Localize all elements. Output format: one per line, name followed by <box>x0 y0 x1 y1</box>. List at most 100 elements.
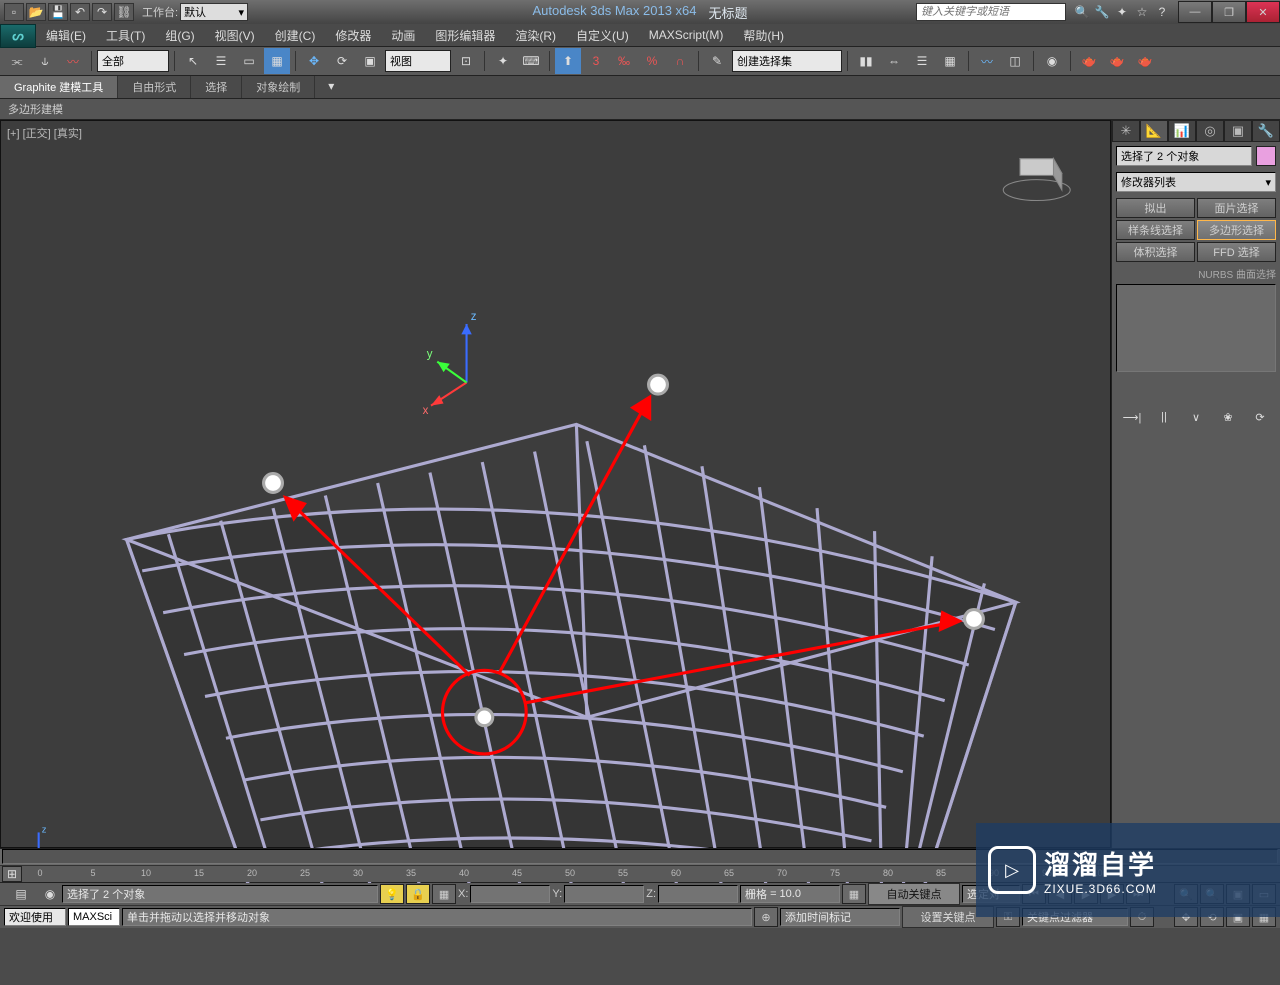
btn-extrude[interactable]: 拟出 <box>1116 198 1195 218</box>
unique-icon[interactable]: ∨ <box>1185 408 1207 426</box>
workspace-switcher[interactable]: 工作台: 默认▾ <box>142 3 248 21</box>
viewcube-icon[interactable] <box>1003 159 1070 201</box>
layer-manager-icon[interactable]: ☰ <box>909 48 935 74</box>
named-selection-dropdown[interactable]: 创建选择集 <box>732 50 842 72</box>
new-icon[interactable]: ▫ <box>4 3 24 21</box>
percent-snap-icon[interactable]: ‰ <box>611 48 637 74</box>
lock-selection-icon[interactable]: 💡 <box>380 884 404 904</box>
close-button[interactable]: ✕ <box>1246 1 1280 23</box>
show-end-icon[interactable]: || <box>1153 408 1175 426</box>
abs-rel-icon[interactable]: ▦ <box>432 884 456 904</box>
object-name-field[interactable]: 选择了 2 个对象 <box>1116 146 1252 166</box>
subscription-icon[interactable]: 🔧 <box>1094 4 1110 20</box>
menu-grapheditors[interactable]: 图形编辑器 <box>425 24 505 46</box>
array-icon[interactable]: ▦ <box>842 884 866 904</box>
object-color-swatch[interactable] <box>1256 146 1276 166</box>
menu-edit[interactable]: 编辑(E) <box>36 24 96 46</box>
curve-editor-icon[interactable]: 〰 <box>974 48 1000 74</box>
align-icon[interactable]: ⇔ <box>881 48 907 74</box>
open-icon[interactable]: 📂 <box>26 3 46 21</box>
maximize-button[interactable]: ❐ <box>1212 1 1246 23</box>
menu-tools[interactable]: 工具(T) <box>96 24 155 46</box>
add-time-tag[interactable]: 添加时间标记 <box>780 908 900 926</box>
bind-spacewarp-icon[interactable]: 〰 <box>60 48 86 74</box>
snap-icon[interactable]: ∩ <box>667 48 693 74</box>
menu-group[interactable]: 组(G) <box>155 24 204 46</box>
tab-utilities[interactable]: 🔧 <box>1252 120 1280 142</box>
modifier-stack[interactable] <box>1116 284 1276 372</box>
ribbon-minimize-icon[interactable]: ▾ <box>321 76 341 96</box>
scale-icon[interactable]: ▣ <box>357 48 383 74</box>
window-crossing-icon[interactable]: ▦ <box>264 48 290 74</box>
transform-gizmo[interactable]: z y x <box>423 311 477 417</box>
edit-named-sel-icon[interactable]: ✎ <box>704 48 730 74</box>
rect-select-icon[interactable]: ▭ <box>236 48 262 74</box>
ribbon-tab-selection[interactable]: 选择 <box>191 76 242 98</box>
help-icon[interactable]: ? <box>1154 4 1170 20</box>
tab-modify[interactable]: 📐 <box>1140 120 1168 142</box>
save-icon[interactable]: 💾 <box>48 3 68 21</box>
ref-coord-dropdown[interactable]: 视图 <box>385 50 451 72</box>
rotate-icon[interactable]: ⟳ <box>329 48 355 74</box>
x-coord-field[interactable] <box>470 885 550 903</box>
workspace-dropdown[interactable]: 默认▾ <box>180 3 248 21</box>
script-listener[interactable]: MAXSci <box>68 908 120 926</box>
viewport[interactable]: [+] [正交] [真实] z y x <box>0 120 1111 848</box>
move-icon[interactable]: ✥ <box>301 48 327 74</box>
menu-views[interactable]: 视图(V) <box>205 24 265 46</box>
y-coord-field[interactable] <box>564 885 644 903</box>
remove-mod-icon[interactable]: ❀ <box>1217 408 1239 426</box>
mirror-icon[interactable]: ▮▮ <box>853 48 879 74</box>
rendered-frame-icon[interactable]: 🫖 <box>1104 48 1130 74</box>
keyboard-shortcut-icon[interactable]: ⌨ <box>518 48 544 74</box>
select-manipulate-icon[interactable]: ✦ <box>490 48 516 74</box>
schematic-view-icon[interactable]: ◫ <box>1002 48 1028 74</box>
menu-rendering[interactable]: 渲染(R) <box>505 24 566 46</box>
select-object-icon[interactable]: ↖ <box>180 48 206 74</box>
render-setup-icon[interactable]: 🫖 <box>1076 48 1102 74</box>
menu-create[interactable]: 创建(C) <box>265 24 326 46</box>
btn-splinesel[interactable]: 样条线选择 <box>1116 220 1195 240</box>
search-input[interactable] <box>916 3 1066 21</box>
btn-patchsel[interactable]: 面片选择 <box>1197 198 1276 218</box>
link-icon[interactable]: ⛓ <box>114 3 134 21</box>
btn-volsel[interactable]: 体积选择 <box>1116 242 1195 262</box>
use-center-icon[interactable]: ⊡ <box>453 48 479 74</box>
search-icon[interactable]: 🔍 <box>1074 4 1090 20</box>
menu-customize[interactable]: 自定义(U) <box>566 24 639 46</box>
menu-modifiers[interactable]: 修改器 <box>325 24 381 46</box>
menu-help[interactable]: 帮助(H) <box>733 24 794 46</box>
maxscript-toggle-icon[interactable]: ▤ <box>4 884 38 904</box>
ribbon-tab-graphite[interactable]: Graphite 建模工具 <box>0 76 118 98</box>
favorite-icon[interactable]: ☆ <box>1134 4 1150 20</box>
z-coord-field[interactable] <box>658 885 738 903</box>
btn-ffdsel[interactable]: FFD 选择 <box>1197 242 1276 262</box>
menu-animation[interactable]: 动画 <box>381 24 425 46</box>
angle-snap-icon[interactable]: 3 <box>583 48 609 74</box>
tab-motion[interactable]: ◎ <box>1196 120 1224 142</box>
undo-icon[interactable]: ↶ <box>70 3 90 21</box>
redo-icon[interactable]: ↷ <box>92 3 112 21</box>
lock-icon[interactable]: 🔒 <box>406 884 430 904</box>
ribbon-tab-objectpaint[interactable]: 对象绘制 <box>242 76 315 98</box>
unlink-icon[interactable]: ⫝ <box>32 48 58 74</box>
exchange-icon[interactable]: ✦ <box>1114 4 1130 20</box>
comm-center-icon[interactable]: ⊕ <box>754 907 778 927</box>
autokey-button[interactable]: 自动关键点 <box>868 883 960 905</box>
app-menu-button[interactable]: ᔕ <box>0 24 36 48</box>
select-by-name-icon[interactable]: ☰ <box>208 48 234 74</box>
material-editor-icon[interactable]: ◉ <box>1039 48 1065 74</box>
snap-toggle-icon[interactable]: ⬆ <box>555 48 581 74</box>
ribbon-panel-label[interactable]: 多边形建模 <box>8 101 63 117</box>
isolate-icon[interactable]: ◉ <box>40 884 60 904</box>
menu-maxscript[interactable]: MAXScript(M) <box>639 24 734 46</box>
graphite-ribbon-icon[interactable]: ▦ <box>937 48 963 74</box>
pin-stack-icon[interactable]: ⟶| <box>1121 408 1143 426</box>
render-production-icon[interactable]: 🫖 <box>1132 48 1158 74</box>
config-sets-icon[interactable]: ⟳ <box>1249 408 1271 426</box>
modifier-list-dropdown[interactable]: 修改器列表▾ <box>1116 172 1276 192</box>
ribbon-tab-freeform[interactable]: 自由形式 <box>118 76 191 98</box>
spinner-snap-icon[interactable]: % <box>639 48 665 74</box>
tab-create[interactable]: ✳ <box>1112 120 1140 142</box>
minimize-button[interactable]: — <box>1178 1 1212 23</box>
